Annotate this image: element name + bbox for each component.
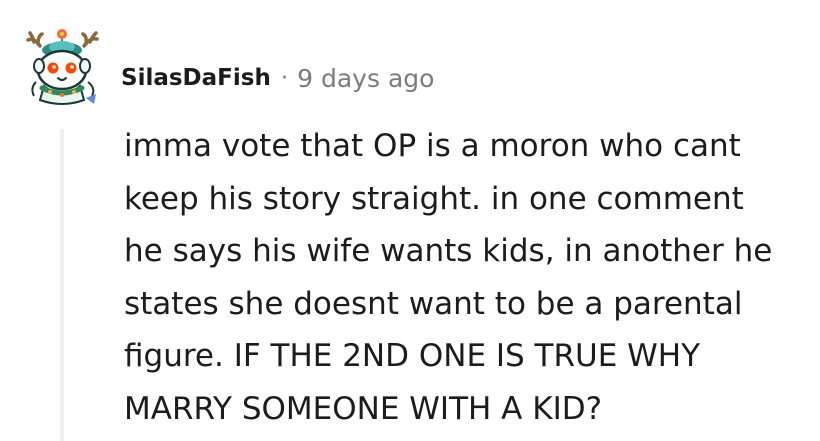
timestamp-link[interactable]: 9 days ago [297,64,434,93]
comment-body-line: states she doesnt want to be a parental [124,285,743,322]
comment-body: imma vote that OP is a moron who cant ke… [124,120,814,436]
user-avatar[interactable] [22,26,104,108]
comment-body-line: imma vote that OP is a moron who cant [124,128,741,164]
comment-body-line: MARRY SOMEONE WITH A KID? [124,390,603,427]
comment-card: SilasDaFish · 9 days ago imma vote that … [0,0,820,441]
username-link[interactable]: SilasDaFish [121,65,271,91]
snoo-deer-antlers-avatar-icon [26,29,99,105]
comment-body-line: he says his wife wants kids, in another … [124,233,773,270]
thread-collapse-line[interactable] [60,129,64,441]
comment-body-line: keep his story straight. in one comment [124,180,744,217]
meta-separator: · [280,65,289,91]
comment-body-line: figure. IF THE 2ND ONE IS TRUE WHY [124,338,701,375]
comment-meta: SilasDaFish · 9 days ago [121,62,434,94]
